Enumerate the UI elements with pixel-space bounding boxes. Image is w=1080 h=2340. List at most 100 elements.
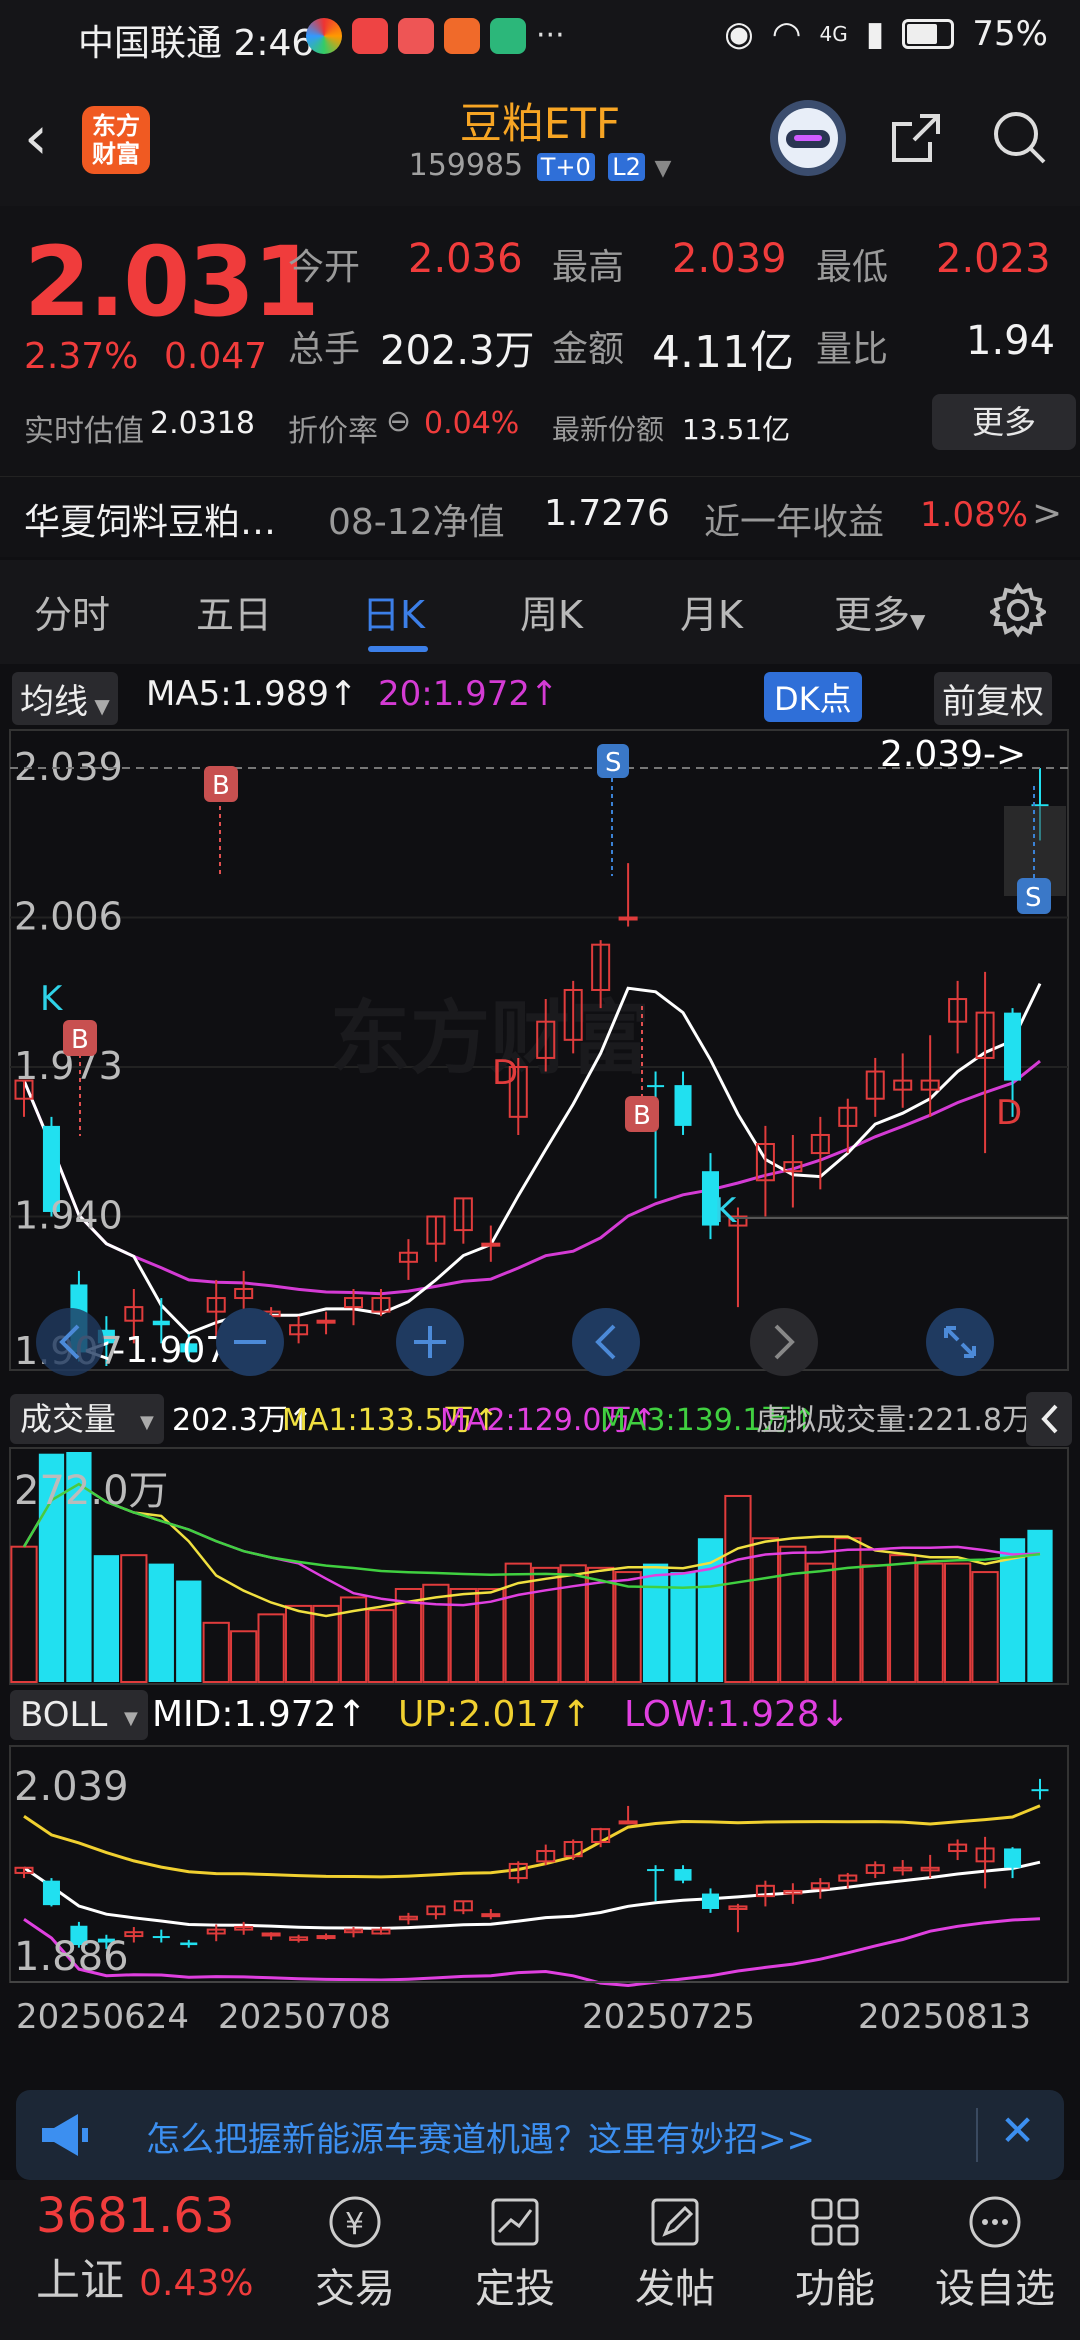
nav-add-watchlist[interactable]: 设自选 [920, 2180, 1070, 2314]
max-annotation: 2.039-> [880, 734, 1026, 775]
volume-bar [93, 1555, 120, 1682]
dk-point-button[interactable]: DK点 [764, 672, 862, 722]
index-change: 0.43% [139, 2263, 254, 2304]
info-icon[interactable]: ⊖ [386, 404, 411, 439]
fund-row[interactable]: 华夏饲料豆粕… 08-12净值 1.7276 近一年收益 1.08% > [0, 476, 1080, 557]
ma-selector[interactable]: 均线 ▼ [12, 672, 118, 725]
volume-bar [943, 1562, 972, 1684]
sell-marker[interactable]: S [597, 744, 629, 876]
share-icon[interactable] [886, 108, 946, 168]
volume-bar [1027, 1529, 1053, 1682]
last-price: 2.031 [24, 226, 320, 338]
index-widget[interactable]: 3681.63 上证 0.43% [36, 2188, 253, 2308]
marker-label: B [71, 1025, 89, 1055]
candle-body [674, 1085, 692, 1126]
marker-label: S [605, 748, 622, 778]
marker-label: B [212, 771, 230, 801]
volume-label: 总手 [288, 329, 361, 370]
pan-left-icon[interactable] [36, 1308, 104, 1376]
buy-marker[interactable]: B [204, 766, 238, 874]
boll-bottom-tick: 1.886 [14, 1934, 129, 1980]
nav-label: 设自选 [935, 2266, 1055, 2312]
nav-post[interactable]: 发帖 [600, 2180, 750, 2314]
nav-functions[interactable]: 功能 [760, 2180, 910, 2314]
caret-down-icon: ▼ [910, 609, 926, 633]
search-icon[interactable] [990, 108, 1050, 168]
pan-right-icon[interactable] [750, 1308, 818, 1376]
volume-bar [532, 1566, 560, 1683]
adjust-button[interactable]: 前复权 [934, 672, 1052, 725]
date-tick: 20250725 [582, 1997, 755, 2037]
open-value: 2.036 [408, 236, 523, 282]
collapse-button[interactable] [1026, 1392, 1072, 1446]
volume-header: 成交量 ▼ 202.3万↑ MA1:133.5万↑ MA2:129.0万↑ MA… [10, 1392, 1072, 1446]
ai-assistant-icon[interactable] [770, 100, 846, 176]
volume-bar [230, 1630, 258, 1684]
boll-mid-path [23, 1860, 1041, 1930]
low-value: 2.023 [936, 236, 1051, 282]
candle-body [1004, 1012, 1022, 1081]
tab-more[interactable]: 更多▼ [834, 584, 925, 639]
tab-intraday[interactable]: 分时 [34, 584, 110, 639]
open-label: 今开 [288, 247, 361, 288]
estimate-label: 实时估值 [24, 414, 144, 449]
tab-daily-k[interactable]: 日K [362, 584, 425, 639]
app-notification-icon [306, 18, 342, 54]
megaphone-icon [38, 2110, 92, 2164]
ratio-value: 1.94 [966, 318, 1056, 364]
tab-monthly-k[interactable]: 月K [680, 584, 743, 639]
k-marker: K [714, 1191, 738, 1231]
min-annotation: <-1.907 [82, 1330, 228, 1371]
volume-bar [642, 1563, 669, 1682]
nav-trade[interactable]: ¥ 交易 [280, 2180, 430, 2314]
low-label: 最低 [816, 247, 889, 288]
more-button[interactable]: 更多 [932, 394, 1076, 450]
marker-label: B [633, 1101, 651, 1131]
volume-bar [916, 1562, 944, 1684]
d-marker: D [996, 1093, 1022, 1133]
volume-bar [202, 1621, 230, 1684]
tab-weekly-k[interactable]: 周K [520, 584, 583, 639]
ma-selector-label: 均线 [20, 682, 88, 722]
close-icon[interactable]: ✕ [1000, 2106, 1035, 2155]
ad-banner[interactable]: 怎么把握新能源车赛道机遇？这里有妙招>> ✕ [16, 2090, 1064, 2180]
caret-down-icon: ▼ [88, 694, 110, 718]
app-notification-icon [490, 18, 526, 54]
volume-bar [559, 1564, 587, 1684]
wifi-icon: ◠ [771, 14, 802, 54]
yield-value: 1.08% [920, 495, 1029, 535]
ratio-label: 量比 [816, 329, 889, 370]
candle-body [481, 1242, 501, 1247]
app-notification-icon [398, 18, 434, 54]
change-amount: 0.047 [164, 336, 268, 377]
quote-panel: 2.031 2.37% 0.047 今开 2.036 最高 2.039 最低 2… [0, 206, 1080, 506]
notification-icons: ··· [306, 18, 565, 54]
fullscreen-icon[interactable] [926, 1308, 994, 1376]
date-axis: 20250624 20250708 20250725 20250813 [10, 1981, 1068, 2037]
volume-bar [284, 1604, 313, 1683]
carrier-time: 中国联通 2:46 [78, 23, 315, 64]
candle-body [647, 1085, 665, 1088]
pan-left-icon[interactable] [572, 1308, 640, 1376]
zoom-in-icon[interactable] [396, 1308, 464, 1376]
ad-text: 怎么把握新能源车赛道机遇？这里有妙招>> [146, 2120, 815, 2160]
tab-five-day[interactable]: 五日 [196, 584, 272, 639]
volume-bar [889, 1554, 917, 1683]
settings-gear-icon[interactable] [988, 582, 1048, 642]
zoom-out-icon[interactable] [216, 1308, 284, 1376]
date-tick: 20250624 [16, 1997, 189, 2037]
nav-label: 08-12净值 [328, 502, 505, 543]
stock-header: ‹ 东方 财富 豆粕ETF 159985 T+0 L2 ▼ [0, 80, 1080, 206]
boll-candle-body [481, 1913, 501, 1918]
price-tick-label: 1.940 [14, 1194, 123, 1238]
boll-up: UP:2.017↑ [398, 1694, 591, 1735]
candle-body [316, 1319, 336, 1324]
app-notification-icon [444, 18, 480, 54]
nav-fixed-invest[interactable]: 定投 [440, 2180, 590, 2314]
nav-label: 发帖 [635, 2266, 715, 2312]
boll-candle-body [180, 1942, 198, 1946]
battery-icon [902, 19, 955, 49]
virtual-volume: 虚拟成交量:221.8万 [756, 1403, 1032, 1438]
kline-chart[interactable]: 东方财富 2.0392.0061.9731.9401.907 2.039-> <… [0, 726, 1080, 2090]
volume-bar [120, 1554, 148, 1683]
